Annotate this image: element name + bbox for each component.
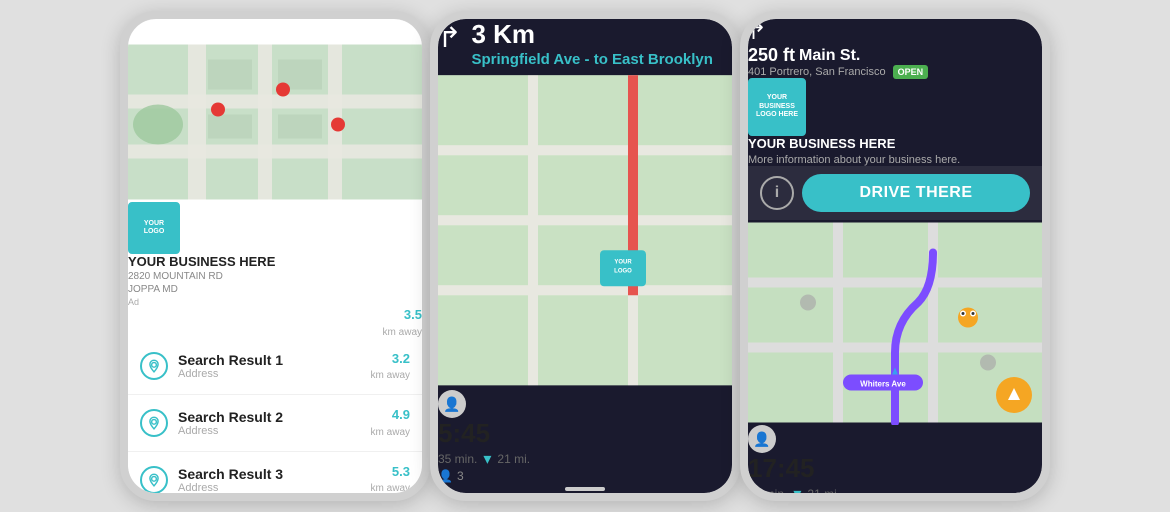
phone-2: ↱ 3 Km Springfield Ave - to East Brookly… — [430, 11, 740, 501]
result-item-2[interactable]: Search Result 2 Address 4.9 km away — [128, 395, 422, 452]
result-addr-3: Address — [178, 482, 361, 493]
business-info: YOUR BUSINESS HERE More information abou… — [748, 136, 1042, 166]
user-count: 👤 3 — [438, 469, 732, 483]
phones-container: ‹ Search results ✕ — [0, 0, 1170, 512]
ad-card[interactable]: YOUR LOGO YOUR BUSINESS HERE 2820 MOUNTA… — [128, 202, 422, 339]
turn-arrow-icon: ↱ — [438, 21, 461, 54]
nav-map: YOUR LOGO — [438, 70, 732, 391]
nav-distance: 3 Km — [471, 19, 712, 50]
ad-logo: YOUR LOGO — [128, 202, 180, 254]
result-addr-1: Address — [178, 368, 361, 380]
close-button[interactable]: ✕ — [268, 20, 283, 40]
location-icon-2 — [140, 409, 168, 437]
trip-info: 35 min. ▾ 21 mi. — [438, 449, 732, 469]
ad-title: YOUR BUSINESS HERE — [128, 254, 422, 269]
result-dist-3: 5.3 km away — [371, 464, 410, 493]
result-item-3[interactable]: Search Result 3 Address 5.3 km away — [128, 452, 422, 493]
nav-street: Springfield Ave - to East Brooklyn — [471, 50, 712, 70]
result-dist-1: 3.2 km away — [371, 351, 410, 383]
ad-badge: Ad — [128, 297, 422, 307]
svg-text:Whiters Ave: Whiters Ave — [860, 380, 906, 389]
home-indicator-2 — [565, 487, 605, 491]
open-badge: OPEN — [893, 65, 929, 79]
business-title: YOUR BUSINESS HERE — [748, 136, 1042, 151]
drive-there-button[interactable]: DRIVE THERE — [802, 174, 1030, 212]
top-distance: 250 ft — [748, 45, 795, 66]
svg-text:YOUR: YOUR — [614, 259, 632, 265]
search-results-header: ‹ Search results ✕ — [128, 19, 422, 42]
nav-time: 5:45 — [438, 418, 732, 449]
top-address: 401 Portrero, San Francisco OPEN — [748, 66, 1042, 78]
location-icon-3 — [140, 466, 168, 493]
location-button[interactable] — [996, 377, 1032, 413]
top-navigation-bar: ↱ 250 ft Main St. 401 Portrero, San Fran… — [748, 19, 1042, 78]
result-item-1[interactable]: Search Result 1 Address 3.2 km away — [128, 339, 422, 396]
result-info-1: Search Result 1 Address — [178, 352, 361, 380]
turn-arrow-icon: ↱ — [748, 19, 766, 44]
nav-bottom-bar: 👤 5:45 35 min. ▾ 21 mi. 👤 3 — [438, 390, 732, 483]
result-name-3: Search Result 3 — [178, 466, 361, 482]
drive-btn-row: i DRIVE THERE — [748, 166, 1042, 220]
header-title: Search results — [139, 20, 263, 40]
result-name-1: Search Result 1 — [178, 352, 361, 368]
result-addr-2: Address — [178, 425, 361, 437]
business-logo: YOUR BUSINESS LOGO HERE — [748, 78, 806, 136]
drive-trip-info: 35 min. ▾ 21 mi. — [748, 484, 1042, 493]
ad-distance: 3.5 km away — [128, 307, 422, 339]
business-card: YOUR BUSINESS LOGO HERE YOUR BUSINESS HE… — [748, 78, 1042, 166]
ad-address-line1: 2820 MOUNTAIN RD — [128, 271, 422, 282]
ad-info: YOUR BUSINESS HERE 2820 MOUNTAIN RD JOPP… — [128, 254, 422, 307]
svg-text:LOGO: LOGO — [614, 268, 632, 274]
top-street: Main St. — [799, 47, 860, 65]
ad-address-line2: JOPPA MD — [128, 284, 422, 295]
result-dist-2: 4.9 km away — [371, 407, 410, 439]
map-preview — [128, 42, 422, 202]
nav-header: ↱ 3 Km Springfield Ave - to East Brookly… — [438, 19, 732, 70]
drive-map: Whiters Ave — [748, 220, 1042, 425]
phone-1: ‹ Search results ✕ — [120, 11, 430, 501]
business-description: More information about your business her… — [748, 154, 1042, 166]
result-info-3: Search Result 3 Address — [178, 466, 361, 493]
drive-user-avatar: 👤 — [748, 425, 776, 453]
phone-3: ↱ 250 ft Main St. 401 Portrero, San Fran… — [740, 11, 1050, 501]
result-info-2: Search Result 2 Address — [178, 409, 361, 437]
user-avatar: 👤 — [438, 390, 466, 418]
drive-bottom-bar: 👤 17:45 35 min. ▾ 21 mi. 👤 3 — [748, 425, 1042, 493]
drive-time: 17:45 — [748, 453, 1042, 484]
result-name-2: Search Result 2 — [178, 409, 361, 425]
location-icon-1 — [140, 352, 168, 380]
back-button[interactable]: ‹ — [128, 19, 135, 41]
info-button[interactable]: i — [760, 176, 794, 210]
